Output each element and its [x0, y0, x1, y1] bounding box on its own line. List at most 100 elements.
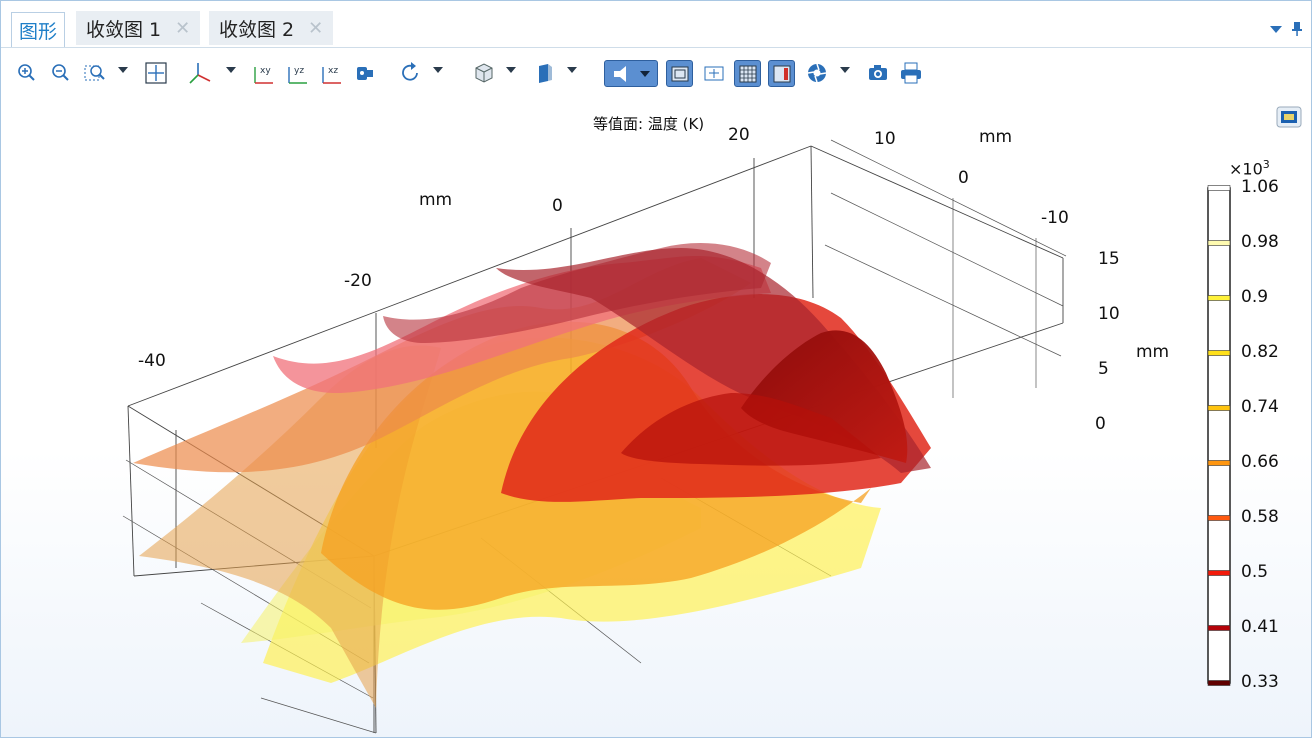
colorbar-tick-label: 0.66 — [1241, 452, 1279, 472]
colorbar-tick-label: 0.82 — [1241, 342, 1279, 362]
graphics-canvas[interactable]: 等值面: 温度 (K) mm -40 -20 0 20 mm 10 0 -10 … — [1, 98, 1311, 738]
colorbar-tick-label: 0.33 — [1241, 672, 1279, 692]
close-icon[interactable]: ✕ — [308, 18, 323, 39]
color-legend-icon — [773, 65, 790, 82]
tab-label: 收敛图 1 — [86, 18, 162, 41]
chevron-down-icon[interactable] — [840, 67, 850, 73]
color-legend-button[interactable] — [768, 60, 795, 87]
print-icon — [901, 62, 921, 84]
grid-button[interactable] — [734, 60, 761, 87]
x-tick-label: 0 — [552, 196, 563, 216]
colorbar-tick-mark — [1207, 515, 1231, 521]
colorbar-tick-label: 0.74 — [1241, 397, 1279, 417]
colorbar-tick-mark — [1207, 295, 1231, 301]
chevron-down-icon[interactable] — [567, 67, 577, 73]
colorbar-tick-mark — [1207, 460, 1231, 466]
x-tick-label: -40 — [138, 351, 166, 371]
z-tick-label: 0 — [1095, 414, 1106, 434]
tab-convergence-plot-1[interactable]: 收敛图 1 ✕ — [76, 11, 201, 45]
z-tick-label: 10 — [1098, 304, 1120, 324]
zoom-box-button[interactable] — [82, 60, 108, 86]
zoom-out-icon — [52, 64, 69, 81]
colorbar-tick-label: 0.5 — [1241, 562, 1269, 582]
colorbar-tick-mark — [1207, 240, 1231, 246]
z-tick-label: 15 — [1098, 249, 1120, 269]
light-button[interactable] — [604, 60, 658, 87]
zoom-in-button[interactable] — [14, 60, 40, 86]
z-tick-label: 5 — [1098, 359, 1109, 379]
graphics-window: 图形 收敛图 1 ✕ 收敛图 2 ✕ xy yz xz 等值面: 温度 (K) … — [0, 0, 1312, 738]
colorbar-tick-mark — [1207, 570, 1231, 576]
zoom-out-button[interactable] — [48, 60, 74, 86]
pin-icon[interactable] — [1291, 21, 1303, 37]
colorbar-tick-label: 0.98 — [1241, 232, 1279, 252]
y-tick-label: -10 — [1041, 208, 1069, 228]
reset-view-button[interactable] — [701, 60, 727, 86]
render-icon — [807, 63, 827, 83]
z-axis-unit: mm — [1136, 342, 1169, 362]
wireframe-button[interactable] — [666, 60, 693, 87]
colorbar-tick-mark — [1207, 680, 1231, 686]
snapshot-icon — [869, 65, 887, 80]
graphics-toolbar: xy yz xz — [1, 48, 1311, 98]
colorbar-tick-label: 1.06 — [1241, 177, 1279, 197]
colorbar-tick-label: 0.9 — [1241, 287, 1269, 307]
chevron-down-icon[interactable] — [1269, 24, 1283, 34]
light-icon — [614, 65, 626, 82]
colorbar-tick-mark — [1207, 625, 1231, 631]
view-xz-label: xz — [328, 66, 338, 76]
chevron-down-icon[interactable] — [226, 67, 236, 73]
zoom-box-icon — [84, 65, 105, 81]
view-yz-icon: yz — [288, 66, 307, 84]
view-yz-button[interactable]: yz — [285, 60, 311, 86]
view-yz-label: yz — [294, 66, 304, 76]
view-scene-button[interactable] — [471, 60, 497, 86]
tab-convergence-plot-2[interactable]: 收敛图 2 ✕ — [209, 11, 334, 45]
y-tick-label: 0 — [958, 168, 969, 188]
rotate-button[interactable] — [398, 60, 424, 86]
view-xy-icon: xy — [254, 66, 273, 84]
go-to-view-button[interactable] — [353, 60, 379, 86]
chevron-down-icon[interactable] — [506, 67, 516, 73]
snapshot-button[interactable] — [865, 60, 891, 86]
transparency-icon — [539, 64, 552, 83]
view-xy-label: xy — [260, 66, 271, 76]
isosurface-plot[interactable]: mm -40 -20 0 20 mm 10 0 -10 mm 15 10 5 0 — [1, 98, 1311, 738]
y-axis-unit: mm — [979, 127, 1012, 147]
y-tick-label: 10 — [874, 129, 896, 149]
colorbar-frame — [1207, 187, 1231, 684]
view-xz-button[interactable]: xz — [319, 60, 345, 86]
axis-orientation-button[interactable] — [188, 60, 214, 86]
chevron-down-icon[interactable] — [118, 67, 128, 73]
colorbar-tick-label: 0.41 — [1241, 617, 1279, 637]
colorbar-tick-mark — [1207, 350, 1231, 356]
zoom-extents-button[interactable] — [143, 60, 169, 86]
view-xz-icon: xz — [322, 66, 341, 84]
grid-icon — [739, 65, 756, 82]
go-to-view-icon — [357, 67, 373, 80]
view-cube-icon[interactable] — [1276, 106, 1302, 128]
isosurface-layers — [133, 243, 931, 708]
colorbar-tick-label: 0.58 — [1241, 507, 1279, 527]
chevron-down-icon[interactable] — [433, 67, 443, 73]
zoom-extents-icon — [145, 62, 167, 84]
render-button[interactable] — [804, 60, 830, 86]
x-tick-label: 20 — [728, 125, 750, 145]
view-xy-button[interactable]: xy — [251, 60, 277, 86]
tab-label: 收敛图 2 — [219, 18, 295, 41]
tab-bar: 图形 收敛图 1 ✕ 收敛图 2 ✕ — [1, 1, 1311, 48]
x-axis-unit: mm — [419, 190, 452, 210]
colorbar-tick-mark — [1207, 405, 1231, 411]
close-icon[interactable]: ✕ — [175, 18, 190, 39]
chevron-down-icon — [640, 70, 650, 77]
zoom-in-icon — [18, 64, 35, 81]
transparency-button[interactable] — [532, 60, 558, 86]
print-button[interactable] — [898, 60, 924, 86]
view-scene-icon — [475, 63, 493, 83]
axis-orientation-icon — [189, 63, 211, 84]
reset-view-icon — [704, 66, 724, 81]
tab-label: 图形 — [18, 20, 57, 43]
wireframe-icon — [671, 66, 688, 81]
tab-graphics[interactable]: 图形 — [11, 12, 65, 47]
rotate-icon — [402, 62, 418, 81]
